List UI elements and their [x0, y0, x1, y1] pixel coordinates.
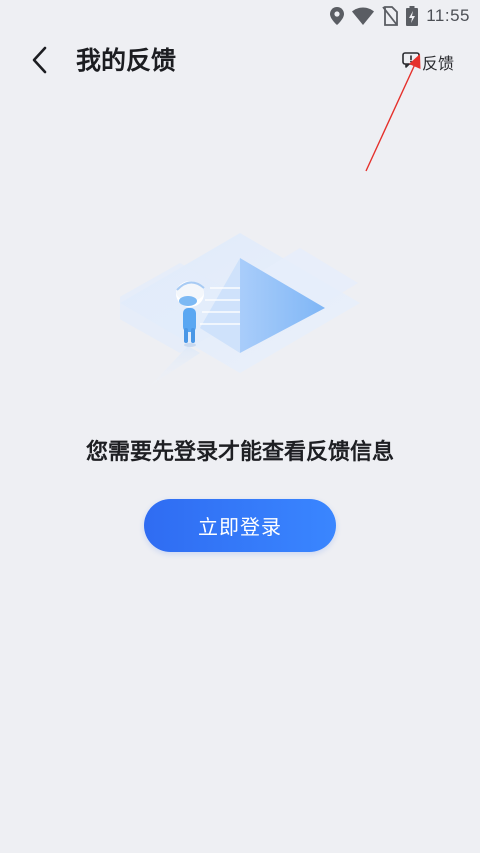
- chevron-left-icon: [31, 46, 49, 78]
- page-title: 我的反馈: [76, 46, 177, 75]
- no-sim-icon: [382, 6, 399, 26]
- status-time: 11:55: [426, 6, 470, 25]
- status-icons: 11:55: [330, 4, 470, 28]
- login-button[interactable]: 立即登录: [144, 499, 336, 552]
- back-button[interactable]: [22, 44, 58, 80]
- wifi-icon: [352, 7, 375, 25]
- feedback-icon: [402, 52, 420, 72]
- battery-charging-icon: [406, 6, 419, 26]
- app-header: 我的反馈 反馈: [0, 32, 480, 92]
- location-icon: [330, 7, 345, 25]
- annotation-arrow-icon: [365, 54, 421, 172]
- feedback-button[interactable]: 反馈: [402, 50, 454, 74]
- login-required-message: 您需要先登录才能查看反馈信息: [85, 440, 394, 465]
- feedback-screen: 11:55 我的反馈 反馈 您需要先登录才能查看反馈信息 立即登录: [0, 0, 480, 853]
- status-bar: 11:55: [0, 0, 480, 32]
- empty-state-illustration: [100, 228, 360, 388]
- feedback-label: 反馈: [421, 54, 454, 73]
